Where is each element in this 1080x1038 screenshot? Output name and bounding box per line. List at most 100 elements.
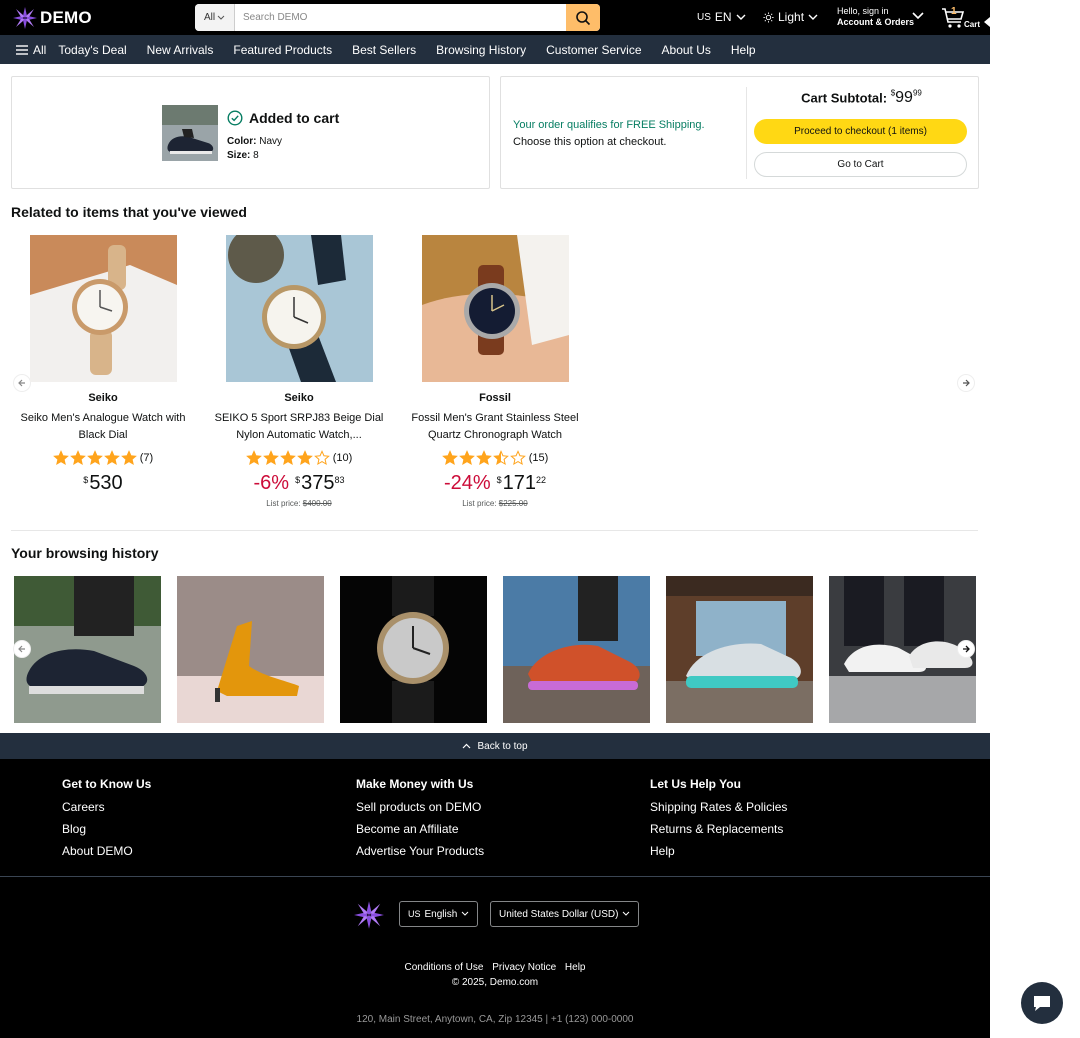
product-card[interactable]: Fossil Fossil Men's Grant Stainless Stee… [397,235,593,508]
star-icon [509,450,526,466]
price-currency: $ [496,475,502,485]
product-rating[interactable]: (10) [201,450,397,466]
account-label: Account & Orders [837,17,915,27]
cart-button[interactable]: 1 Cart [941,3,986,33]
footer-link-returns[interactable]: Returns & Replacements [650,822,787,836]
history-item-white-sneaker[interactable] [829,576,976,723]
footer-link-conditions[interactable]: Conditions of Use [405,962,484,973]
added-to-cart-title: Added to cart [249,110,340,126]
sun-icon [763,11,774,23]
search-button[interactable] [566,4,600,31]
list-price: List price: $225.00 [397,499,593,508]
search-category-select[interactable]: All [195,4,235,31]
added-to-cart-card: Added to cart Color: Navy Size: 8 [11,76,490,189]
related-next-button[interactable] [957,374,975,392]
footer-link-help-bottom[interactable]: Help [565,962,586,973]
chat-button[interactable] [1021,982,1063,1024]
search-category-label: All [203,12,216,23]
related-section-title: Related to items that you've viewed [11,204,247,220]
review-count: (15) [528,452,549,464]
footer-link-help[interactable]: Help [650,844,787,858]
history-next-button[interactable] [957,640,975,658]
history-item-glow-sneaker[interactable] [666,576,813,723]
product-image[interactable] [225,235,373,382]
nav-item-best-sellers[interactable]: Best Sellers [352,43,416,57]
product-name[interactable]: Fossil Men's Grant Stainless Steel Quart… [397,410,593,444]
chevron-down-icon [808,14,818,20]
product-rating[interactable]: (7) [5,450,201,466]
nav-all-menu[interactable]: All [16,43,46,57]
nav-item-featured-products[interactable]: Featured Products [233,43,332,57]
nav-item-browsing-history[interactable]: Browsing History [436,43,526,57]
footer-legal-links: Conditions of Use Privacy Notice Help [0,962,990,973]
language-code: EN [714,10,732,24]
color-label: Color: [227,136,257,147]
nav-item-help[interactable]: Help [731,43,756,57]
product-card[interactable]: Seiko Seiko Men's Analogue Watch with Bl… [5,235,201,495]
product-brand: Seiko [284,392,314,404]
chevron-down-icon [461,911,469,916]
nav-item-customer-service[interactable]: Customer Service [546,43,641,57]
color-value: Navy [259,136,283,147]
review-count: (7) [139,452,154,464]
cart-subtotal: Cart Subtotal: $9999 [754,89,969,107]
footer-link-privacy[interactable]: Privacy Notice [492,962,556,973]
review-count: (10) [332,452,353,464]
nav-bar: All Today's Deal New Arrivals Featured P… [0,35,990,64]
footer-link-advertise[interactable]: Advertise Your Products [356,844,484,858]
logo[interactable]: DEMO [12,6,92,30]
account-menu[interactable]: Hello, sign in Account & Orders [837,6,914,28]
size-label: Size: [227,150,251,161]
product-name[interactable]: SEIKO 5 Sport SRPJ83 Beige Dial Nylon Au… [201,410,397,444]
footer-link-about[interactable]: About DEMO [62,844,151,858]
product-price-line: -6% $375 83 [201,472,397,495]
cart-count: 1 [951,6,957,17]
nav-item-todays-deal[interactable]: Today's Deal [58,43,126,57]
history-section-title: Your browsing history [11,545,159,561]
footer-link-affiliate[interactable]: Become an Affiliate [356,822,484,836]
history-item-navy-sneaker[interactable] [14,576,161,723]
footer-currency-select[interactable]: United States Dollar (USD) [490,901,640,927]
history-prev-button[interactable] [13,640,31,658]
history-item-black-watch[interactable] [340,576,487,723]
footer-link-blog[interactable]: Blog [62,822,151,836]
theme-toggle[interactable]: Light [763,10,818,24]
nav-item-about-us[interactable]: About Us [662,43,711,57]
search-input[interactable] [235,4,566,31]
footer-logo-icon[interactable] [352,900,386,930]
subtotal-whole: 99 [895,89,913,107]
subtotal-price: $9999 [891,89,922,106]
added-product-image[interactable] [162,105,218,161]
language-selector[interactable]: US EN [697,10,746,24]
list-price-value: $225.00 [498,499,528,508]
go-to-cart-button[interactable]: Go to Cart [754,152,967,177]
footer-language-select[interactable]: US English [399,901,479,927]
star-rating [52,450,137,466]
product-price: $530 [83,472,122,495]
star-icon [441,450,458,466]
footer-link-shipping[interactable]: Shipping Rates & Policies [650,800,787,814]
footer-link-careers[interactable]: Careers [62,800,151,814]
footer-language-label: English [424,908,458,920]
product-rating[interactable]: (15) [397,450,593,466]
product-name[interactable]: Seiko Men's Analogue Watch with Black Di… [5,410,201,444]
list-price-label: List price: [266,499,301,508]
history-item-colorful-sneaker[interactable] [503,576,650,723]
product-brand: Fossil [479,392,511,404]
footer-link-sell[interactable]: Sell products on DEMO [356,800,484,814]
product-image[interactable] [29,235,177,382]
star-rating [441,450,526,466]
star-icon [313,450,330,466]
chevron-down-icon[interactable] [912,12,924,20]
back-to-top-button[interactable]: Back to top [0,733,990,759]
footer-divider [0,876,990,877]
proceed-to-checkout-button[interactable]: Proceed to checkout (1 items) [754,119,967,144]
size-attribute: Size: 8 [227,150,259,161]
product-image[interactable] [421,235,569,382]
subtotal-label: Cart Subtotal: [801,90,888,106]
footer: Get to Know Us Careers Blog About DEMO M… [0,759,990,1038]
nav-item-new-arrivals[interactable]: New Arrivals [147,43,214,57]
cart-label: Cart [964,20,981,29]
product-card[interactable]: Seiko SEIKO 5 Sport SRPJ83 Beige Dial Ny… [201,235,397,508]
history-item-gold-stiletto[interactable] [177,576,324,723]
